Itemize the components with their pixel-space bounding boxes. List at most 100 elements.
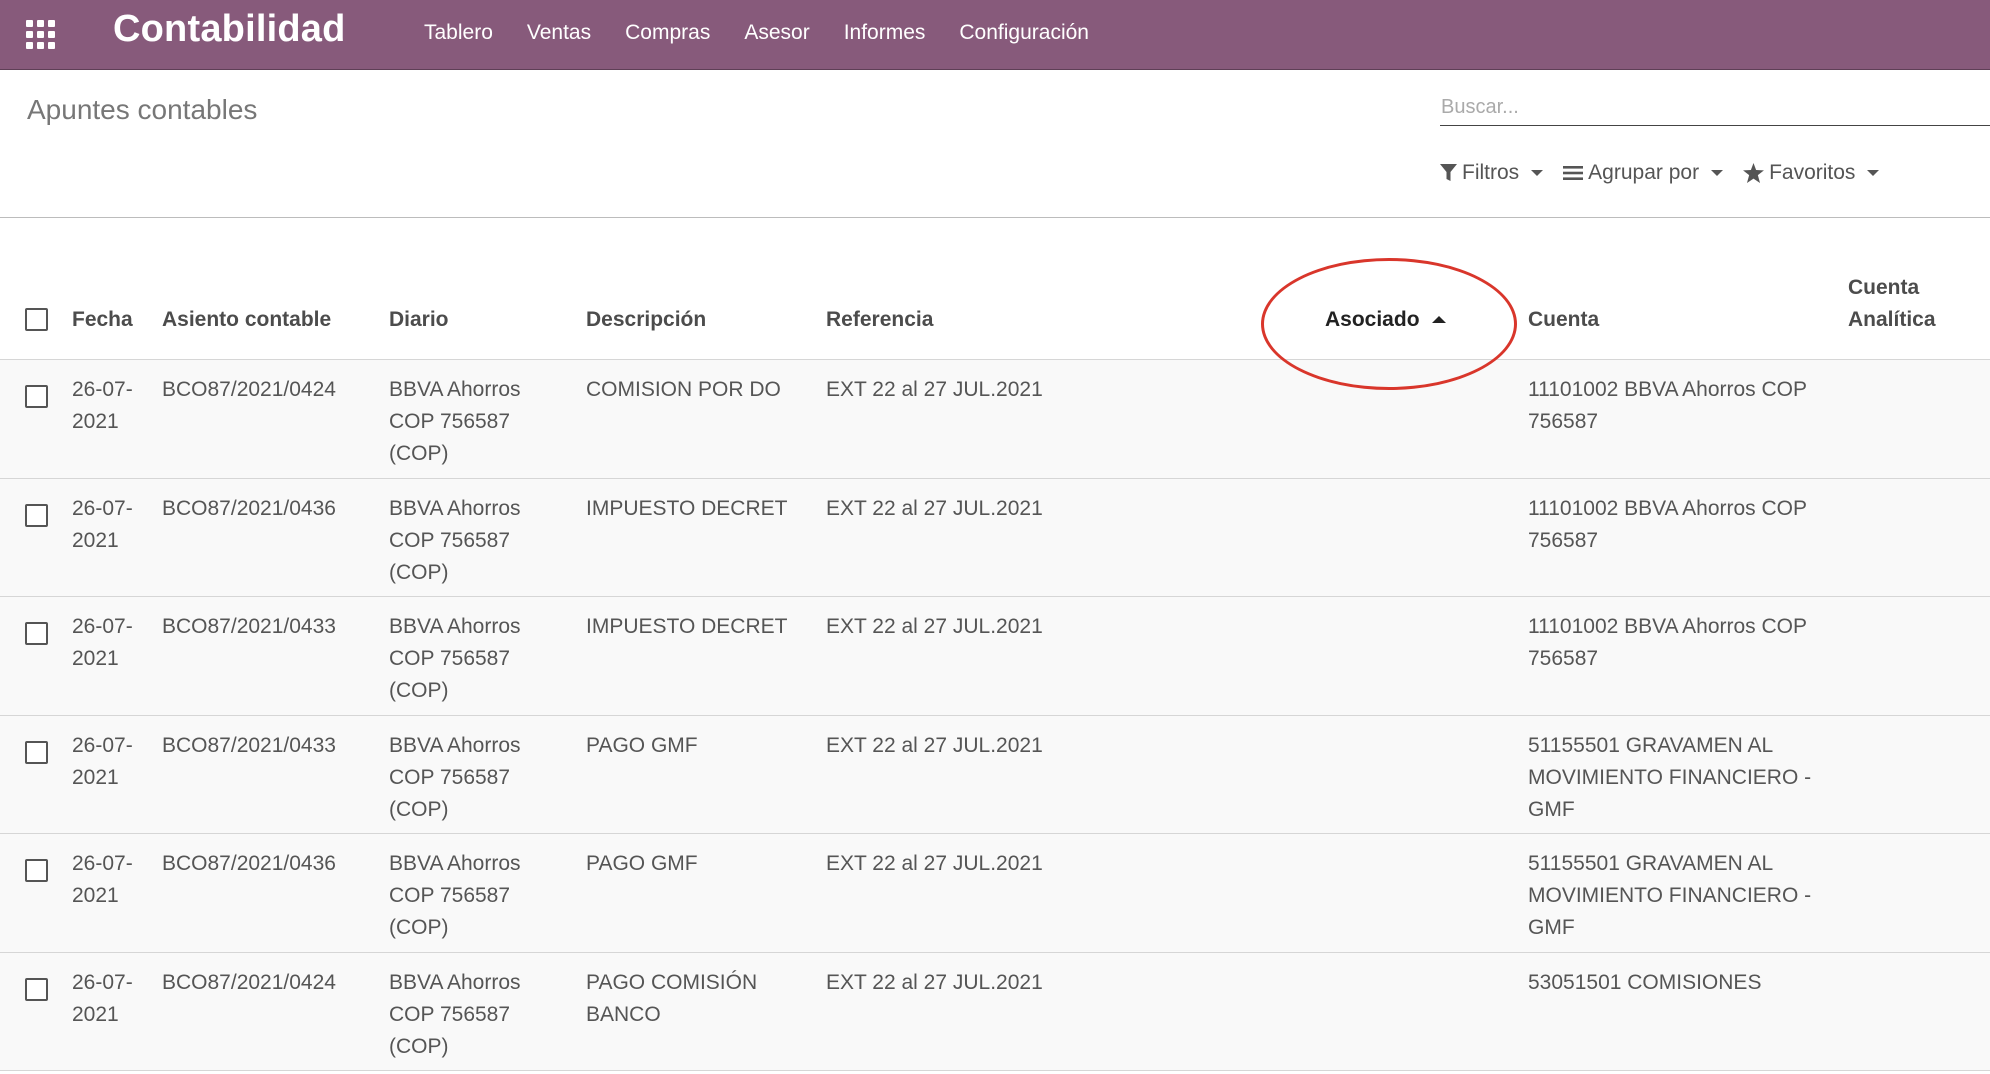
cell-date-line1: 26-07- (72, 378, 133, 401)
cell-description-line1: IMPUESTO DECRET (586, 496, 788, 520)
row-checkbox[interactable] (25, 859, 48, 882)
cell-account-line2: MOVIMIENTO FINANCIERO - (1528, 765, 1812, 789)
menu-item-configuracion[interactable]: Configuración (959, 21, 1089, 45)
top-navbar: Contabilidad Tablero Ventas Compras Ases… (0, 0, 1990, 70)
table-row[interactable]: 26-07- 2021 BCO87/2021/0436 BBVA Ahorros… (0, 478, 1990, 597)
cell-account: 11101002 BBVA Ahorros COP 756587 (1528, 493, 1807, 557)
cell-description-line1: COMISION POR DO (586, 378, 781, 401)
cell-journal-line3: (COP) (389, 442, 449, 465)
cell-journal-line3: (COP) (389, 1034, 449, 1058)
cell-account: 51155501 GRAVAMEN AL MOVIMIENTO FINANCIE… (1528, 848, 1811, 944)
cell-entry: BCO87/2021/0436 (162, 852, 336, 875)
column-header-partner[interactable]: Asociado (1325, 304, 1446, 336)
chevron-down-icon (1531, 170, 1544, 176)
cell-journal-line3: (COP) (389, 797, 449, 821)
cell-journal-line1: BBVA Ahorros (389, 733, 521, 757)
search-box (1440, 90, 1990, 126)
row-checkbox[interactable] (25, 740, 48, 764)
cell-journal-line2: COP 756587 (389, 410, 511, 433)
star-icon (1743, 163, 1765, 183)
control-panel-divider (0, 217, 1990, 218)
cell-account: 53051501 COMISIONES (1528, 967, 1761, 999)
cell-date-line2: 2021 (72, 647, 119, 670)
app-brand[interactable]: Contabilidad (113, 8, 346, 51)
menu-item-tablero[interactable]: Tablero (424, 21, 493, 45)
menu-item-compras[interactable]: Compras (625, 21, 710, 45)
column-header-description[interactable]: Descripción (586, 304, 706, 336)
column-header-account[interactable]: Cuenta (1528, 304, 1599, 336)
cell-description: IMPUESTO DECRET (586, 493, 787, 525)
cell-account-line1: 51155501 GRAVAMEN AL (1528, 733, 1774, 757)
cell-description-line1: PAGO GMF (586, 852, 698, 875)
column-header-entry[interactable]: Asiento contable (162, 304, 331, 336)
cell-account-line2: 756587 (1528, 647, 1599, 670)
menu-item-asesor[interactable]: Asesor (744, 21, 809, 45)
cell-date: 26-07- 2021 (72, 848, 133, 912)
cell-journal: BBVA Ahorros COP 756587 (COP) (389, 730, 521, 826)
cell-reference: EXT 22 al 27 JUL.2021 (826, 970, 1043, 994)
column-header-journal[interactable]: Diario (389, 304, 449, 336)
select-all-checkbox[interactable] (25, 308, 48, 331)
cell-description: PAGO GMF (586, 730, 698, 762)
cell-account-line3: GMF (1528, 916, 1575, 939)
cell-account-line1: 51155501 GRAVAMEN AL (1528, 852, 1774, 875)
row-checkbox[interactable] (25, 977, 48, 1001)
cell-description-line1: PAGO GMF (586, 733, 698, 757)
cell-journal: BBVA Ahorros COP 756587 (COP) (389, 611, 521, 707)
cell-journal-line2: COP 756587 (389, 884, 511, 907)
cell-date: 26-07- 2021 (72, 730, 133, 794)
table-row[interactable]: 26-07- 2021 BCO87/2021/0436 BBVA Ahorros… (0, 834, 1990, 953)
table-row[interactable]: 26-07- 2021 BCO87/2021/0433 BBVA Ahorros… (0, 597, 1990, 716)
cell-date-line2: 2021 (72, 765, 119, 789)
cell-description: IMPUESTO DECRET (586, 611, 787, 643)
cell-description: PAGO COMISIÓN BANCO (586, 967, 757, 1031)
cell-account-line1: 11101002 BBVA Ahorros COP (1528, 496, 1808, 520)
cell-date-line1: 26-07- (72, 615, 133, 638)
cell-description-line2: BANCO (586, 1002, 661, 1026)
cell-description-line1: IMPUESTO DECRET (586, 615, 788, 638)
table-body: 26-07- 2021 BCO87/2021/0424 BBVA Ahorros… (0, 360, 1990, 1071)
cell-date-line2: 2021 (72, 1002, 119, 1026)
filters-label: Filtros (1462, 161, 1520, 184)
table-header: Fecha Asiento contable Diario Descripció… (0, 250, 1990, 360)
filters-dropdown[interactable]: Filtros (1440, 161, 1544, 185)
search-input[interactable] (1440, 90, 1990, 124)
menu-item-informes[interactable]: Informes (844, 21, 926, 45)
cell-date: 26-07- 2021 (72, 374, 133, 438)
table-row[interactable]: 26-07- 2021 BCO87/2021/0424 BBVA Ahorros… (0, 360, 1990, 479)
groupby-dropdown[interactable]: Agrupar por (1563, 161, 1724, 185)
cell-journal-line2: COP 756587 (389, 528, 511, 552)
cell-date: 26-07- 2021 (72, 611, 133, 675)
favorites-dropdown[interactable]: Favoritos (1743, 161, 1880, 185)
page-title: Apuntes contables (27, 94, 258, 125)
cell-entry: BCO87/2021/0436 (162, 496, 336, 520)
cell-date: 26-07- 2021 (72, 493, 133, 557)
cell-entry: BCO87/2021/0424 (162, 378, 336, 401)
menu-item-ventas[interactable]: Ventas (527, 21, 591, 45)
row-checkbox[interactable] (25, 622, 48, 645)
table-row[interactable]: 26-07- 2021 BCO87/2021/0433 BBVA Ahorros… (0, 715, 1990, 834)
cell-date-line1: 26-07- (72, 852, 133, 875)
cell-journal-line2: COP 756587 (389, 1002, 511, 1026)
apps-grid-icon[interactable] (26, 20, 58, 52)
cell-account-line1: 11101002 BBVA Ahorros COP (1528, 378, 1808, 401)
cell-journal: BBVA Ahorros COP 756587 (COP) (389, 374, 521, 470)
cell-entry: BCO87/2021/0433 (162, 733, 336, 757)
bars-icon (1563, 165, 1584, 181)
column-header-analytic-line2: Analítica (1848, 308, 1936, 331)
cell-description: COMISION POR DO (586, 374, 781, 406)
column-header-analytic[interactable]: Cuenta Analítica (1848, 272, 1936, 336)
cell-account-line2: 756587 (1528, 528, 1599, 552)
cell-account: 11101002 BBVA Ahorros COP 756587 (1528, 374, 1807, 438)
cell-date-line2: 2021 (72, 410, 119, 433)
cell-date-line2: 2021 (72, 884, 119, 907)
cell-journal-line1: BBVA Ahorros (389, 970, 521, 994)
cell-account-line1: 11101002 BBVA Ahorros COP (1528, 615, 1808, 638)
table-row[interactable]: 26-07- 2021 BCO87/2021/0424 BBVA Ahorros… (0, 952, 1990, 1071)
column-header-date[interactable]: Fecha (72, 304, 133, 336)
column-header-reference[interactable]: Referencia (826, 304, 933, 336)
search-options: Filtros Agrupar por Favoritos (1440, 158, 1899, 188)
row-checkbox[interactable] (25, 385, 48, 408)
row-checkbox[interactable] (25, 503, 48, 527)
cell-account-line3: GMF (1528, 797, 1575, 821)
